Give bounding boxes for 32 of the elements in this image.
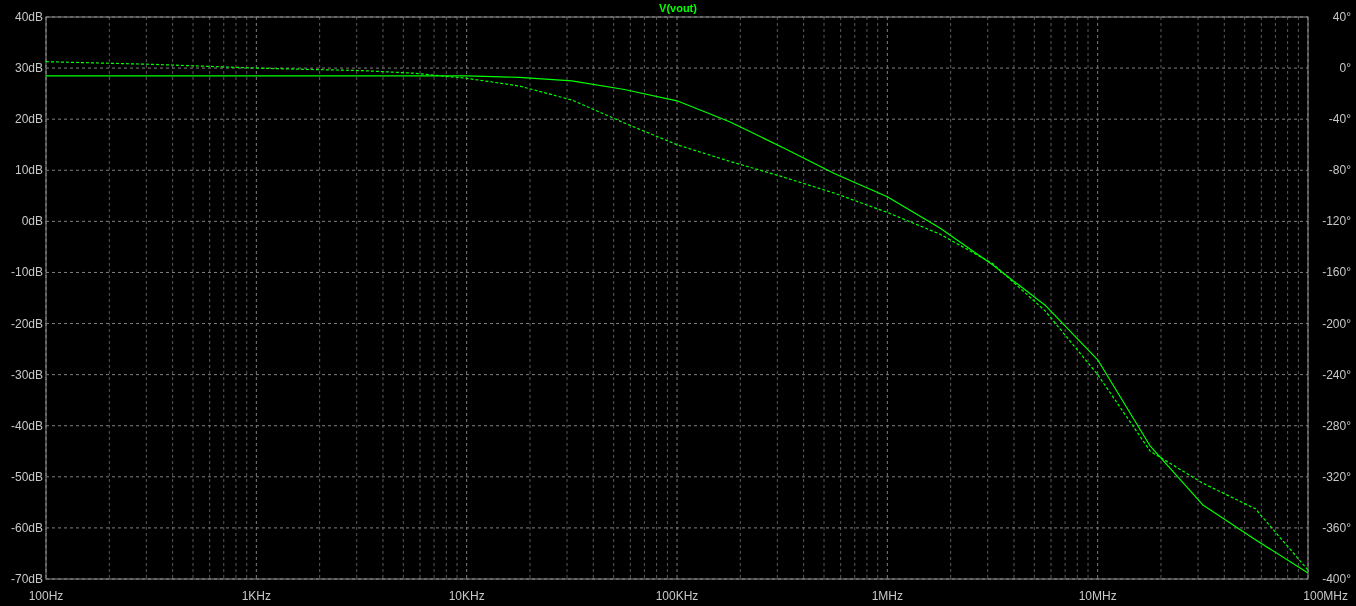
tick-label: 40° bbox=[1332, 10, 1351, 24]
tick-label: 100KHz bbox=[655, 589, 699, 603]
tick-label: 0dB bbox=[21, 214, 43, 229]
tick-label: -200° bbox=[1322, 316, 1351, 331]
tick-label: -40dB bbox=[10, 418, 43, 433]
tick-label: 10MHz bbox=[1078, 589, 1117, 603]
tick-label: 1MHz bbox=[871, 589, 903, 603]
tick-label: 20dB bbox=[14, 112, 43, 127]
tick-label: -30dB bbox=[10, 367, 43, 382]
tick-label: 0° bbox=[1339, 61, 1351, 76]
tick-label: -10dB bbox=[10, 265, 43, 280]
tick-label: -320° bbox=[1322, 469, 1351, 484]
tick-label: -400° bbox=[1322, 572, 1351, 586]
tick-label: -20dB bbox=[10, 316, 43, 331]
tick-label: -70dB bbox=[10, 572, 43, 586]
tick-label: 100MHz bbox=[1303, 589, 1348, 603]
tick-label: -240° bbox=[1322, 367, 1351, 382]
tick-label: -160° bbox=[1322, 265, 1351, 280]
tick-label: -80° bbox=[1328, 163, 1351, 178]
tick-label: -120° bbox=[1322, 214, 1351, 229]
tick-label: -360° bbox=[1322, 520, 1351, 535]
tick-label: 10dB bbox=[14, 163, 43, 178]
tick-label: -50dB bbox=[10, 469, 43, 484]
tick-label: 10KHz bbox=[448, 589, 485, 603]
tick-label: -40° bbox=[1328, 112, 1351, 127]
tick-label: -280° bbox=[1322, 418, 1351, 433]
tick-label: 1KHz bbox=[241, 589, 271, 603]
tick-label: -60dB bbox=[10, 520, 43, 535]
tick-label: 30dB bbox=[14, 61, 43, 76]
tick-label: 100Hz bbox=[28, 589, 64, 603]
tick-label: 40dB bbox=[14, 10, 43, 24]
trace-label: V(vout) bbox=[659, 2, 697, 14]
